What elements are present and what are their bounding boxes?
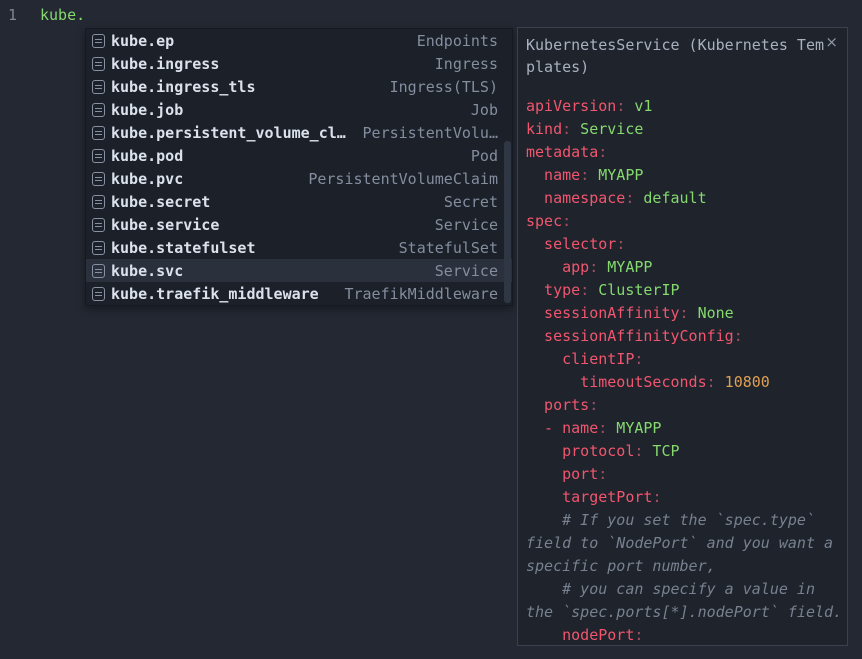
autocomplete-item-label: kube.secret	[111, 193, 210, 211]
autocomplete-item-label: kube.ingress	[111, 55, 219, 73]
snippet-icon	[92, 241, 105, 255]
autocomplete-item-label: kube.job	[111, 101, 183, 119]
autocomplete-item-detail: StatefulSet	[399, 239, 498, 257]
code-line: field to `NodePort` and you want a	[526, 532, 847, 555]
code-line: kind: Service	[526, 118, 847, 141]
autocomplete-item-detail: Ingress	[435, 55, 498, 73]
snippet-icon	[92, 57, 105, 71]
doc-panel-title: KubernetesService (Kubernetes Templates)	[526, 34, 824, 78]
autocomplete-item[interactable]: kube.job Job	[86, 98, 512, 121]
editor-code-text[interactable]: kube.	[40, 6, 85, 24]
autocomplete-item-label: kube.svc	[111, 262, 183, 280]
line-number: 1	[8, 6, 17, 24]
autocomplete-item[interactable]: kube.traefik_middleware TraefikMiddleware	[86, 282, 512, 305]
autocomplete-item-label: kube.traefik_middleware	[111, 285, 319, 303]
snippet-icon	[92, 103, 105, 117]
autocomplete-item-detail: Service	[435, 216, 498, 234]
code-line: namespace: default	[526, 187, 847, 210]
code-line: protocol: TCP	[526, 440, 847, 463]
code-line: # If you set the `spec.type`	[526, 509, 847, 532]
autocomplete-item[interactable]: kube.ep Endpoints	[86, 29, 512, 52]
autocomplete-popup: kube.epEndpointskube.ingressIngresskube.…	[85, 28, 513, 306]
snippet-icon	[92, 172, 105, 186]
autocomplete-list: kube.epEndpointskube.ingressIngresskube.…	[86, 29, 512, 305]
snippet-icon	[92, 80, 105, 94]
autocomplete-item-label: kube.service	[111, 216, 219, 234]
code-line: timeoutSeconds: 10800	[526, 371, 847, 394]
autocomplete-item-label: kube.pvc	[111, 170, 183, 188]
code-line: apiVersion: v1	[526, 95, 847, 118]
snippet-icon	[92, 195, 105, 209]
code-line: type: ClusterIP	[526, 279, 847, 302]
autocomplete-item-detail: Service	[435, 262, 498, 280]
snippet-icon	[92, 264, 105, 278]
code-line: sessionAffinityConfig:	[526, 325, 847, 348]
autocomplete-item[interactable]: kube.ingress_tls Ingress(TLS)	[86, 75, 512, 98]
code-line: - name: MYAPP	[526, 417, 847, 440]
snippet-icon	[92, 287, 105, 301]
code-line: metadata:	[526, 141, 847, 164]
autocomplete-item[interactable]: kube.secret Secret	[86, 190, 512, 213]
autocomplete-item-label: kube.ingress_tls	[111, 78, 256, 96]
autocomplete-item-detail: Ingress(TLS)	[390, 78, 498, 96]
code-line: sessionAffinity: None	[526, 302, 847, 325]
doc-panel: KubernetesService (Kubernetes Templates)…	[517, 27, 848, 646]
code-line: selector:	[526, 233, 847, 256]
snippet-icon	[92, 149, 105, 163]
snippet-icon	[92, 34, 105, 48]
snippet-icon	[92, 126, 105, 140]
autocomplete-item-detail: Job	[471, 101, 498, 119]
autocomplete-item-detail: TraefikMiddleware	[344, 285, 498, 303]
code-line: # you can specify a value in	[526, 578, 847, 601]
autocomplete-item[interactable]: kube.ingress Ingress	[86, 52, 512, 75]
code-line: the `spec.ports[*].nodePort` field.	[526, 601, 847, 624]
autocomplete-item-detail: Endpoints	[417, 32, 498, 50]
code-line: targetPort:	[526, 486, 847, 509]
autocomplete-item-label: kube.ep	[111, 32, 174, 50]
close-icon[interactable]: ×	[825, 33, 838, 51]
autocomplete-item[interactable]: kube.pvc PersistentVolumeClaim	[86, 167, 512, 190]
autocomplete-item-detail: PersistentVolumeClaim	[308, 170, 498, 188]
code-line: ports:	[526, 394, 847, 417]
autocomplete-item-label: kube.pod	[111, 147, 183, 165]
autocomplete-item[interactable]: kube.service Service	[86, 213, 512, 236]
autocomplete-item-detail: PersistentVolu…	[363, 124, 498, 142]
autocomplete-scrollbar[interactable]	[504, 141, 511, 303]
code-line: clientIP:	[526, 348, 847, 371]
autocomplete-item[interactable]: kube.svc Service	[86, 259, 512, 282]
autocomplete-item[interactable]: kube.persistent_volume_cl… PersistentVolu…	[86, 121, 512, 144]
autocomplete-item-detail: Pod	[471, 147, 498, 165]
autocomplete-item-detail: Secret	[444, 193, 498, 211]
autocomplete-item-label: kube.statefulset	[111, 239, 256, 257]
autocomplete-item[interactable]: kube.pod Pod	[86, 144, 512, 167]
code-line: spec:	[526, 210, 847, 233]
code-line: app: MYAPP	[526, 256, 847, 279]
code-line: specific port number,	[526, 555, 847, 578]
autocomplete-item[interactable]: kube.statefulset StatefulSet	[86, 236, 512, 259]
code-line: name: MYAPP	[526, 164, 847, 187]
snippet-icon	[92, 218, 105, 232]
code-line: port:	[526, 463, 847, 486]
doc-code-block: apiVersion: v1kind: Servicemetadata: nam…	[526, 95, 847, 647]
autocomplete-item-label: kube.persistent_volume_cl…	[111, 124, 346, 142]
code-line: nodePort:	[526, 624, 847, 647]
